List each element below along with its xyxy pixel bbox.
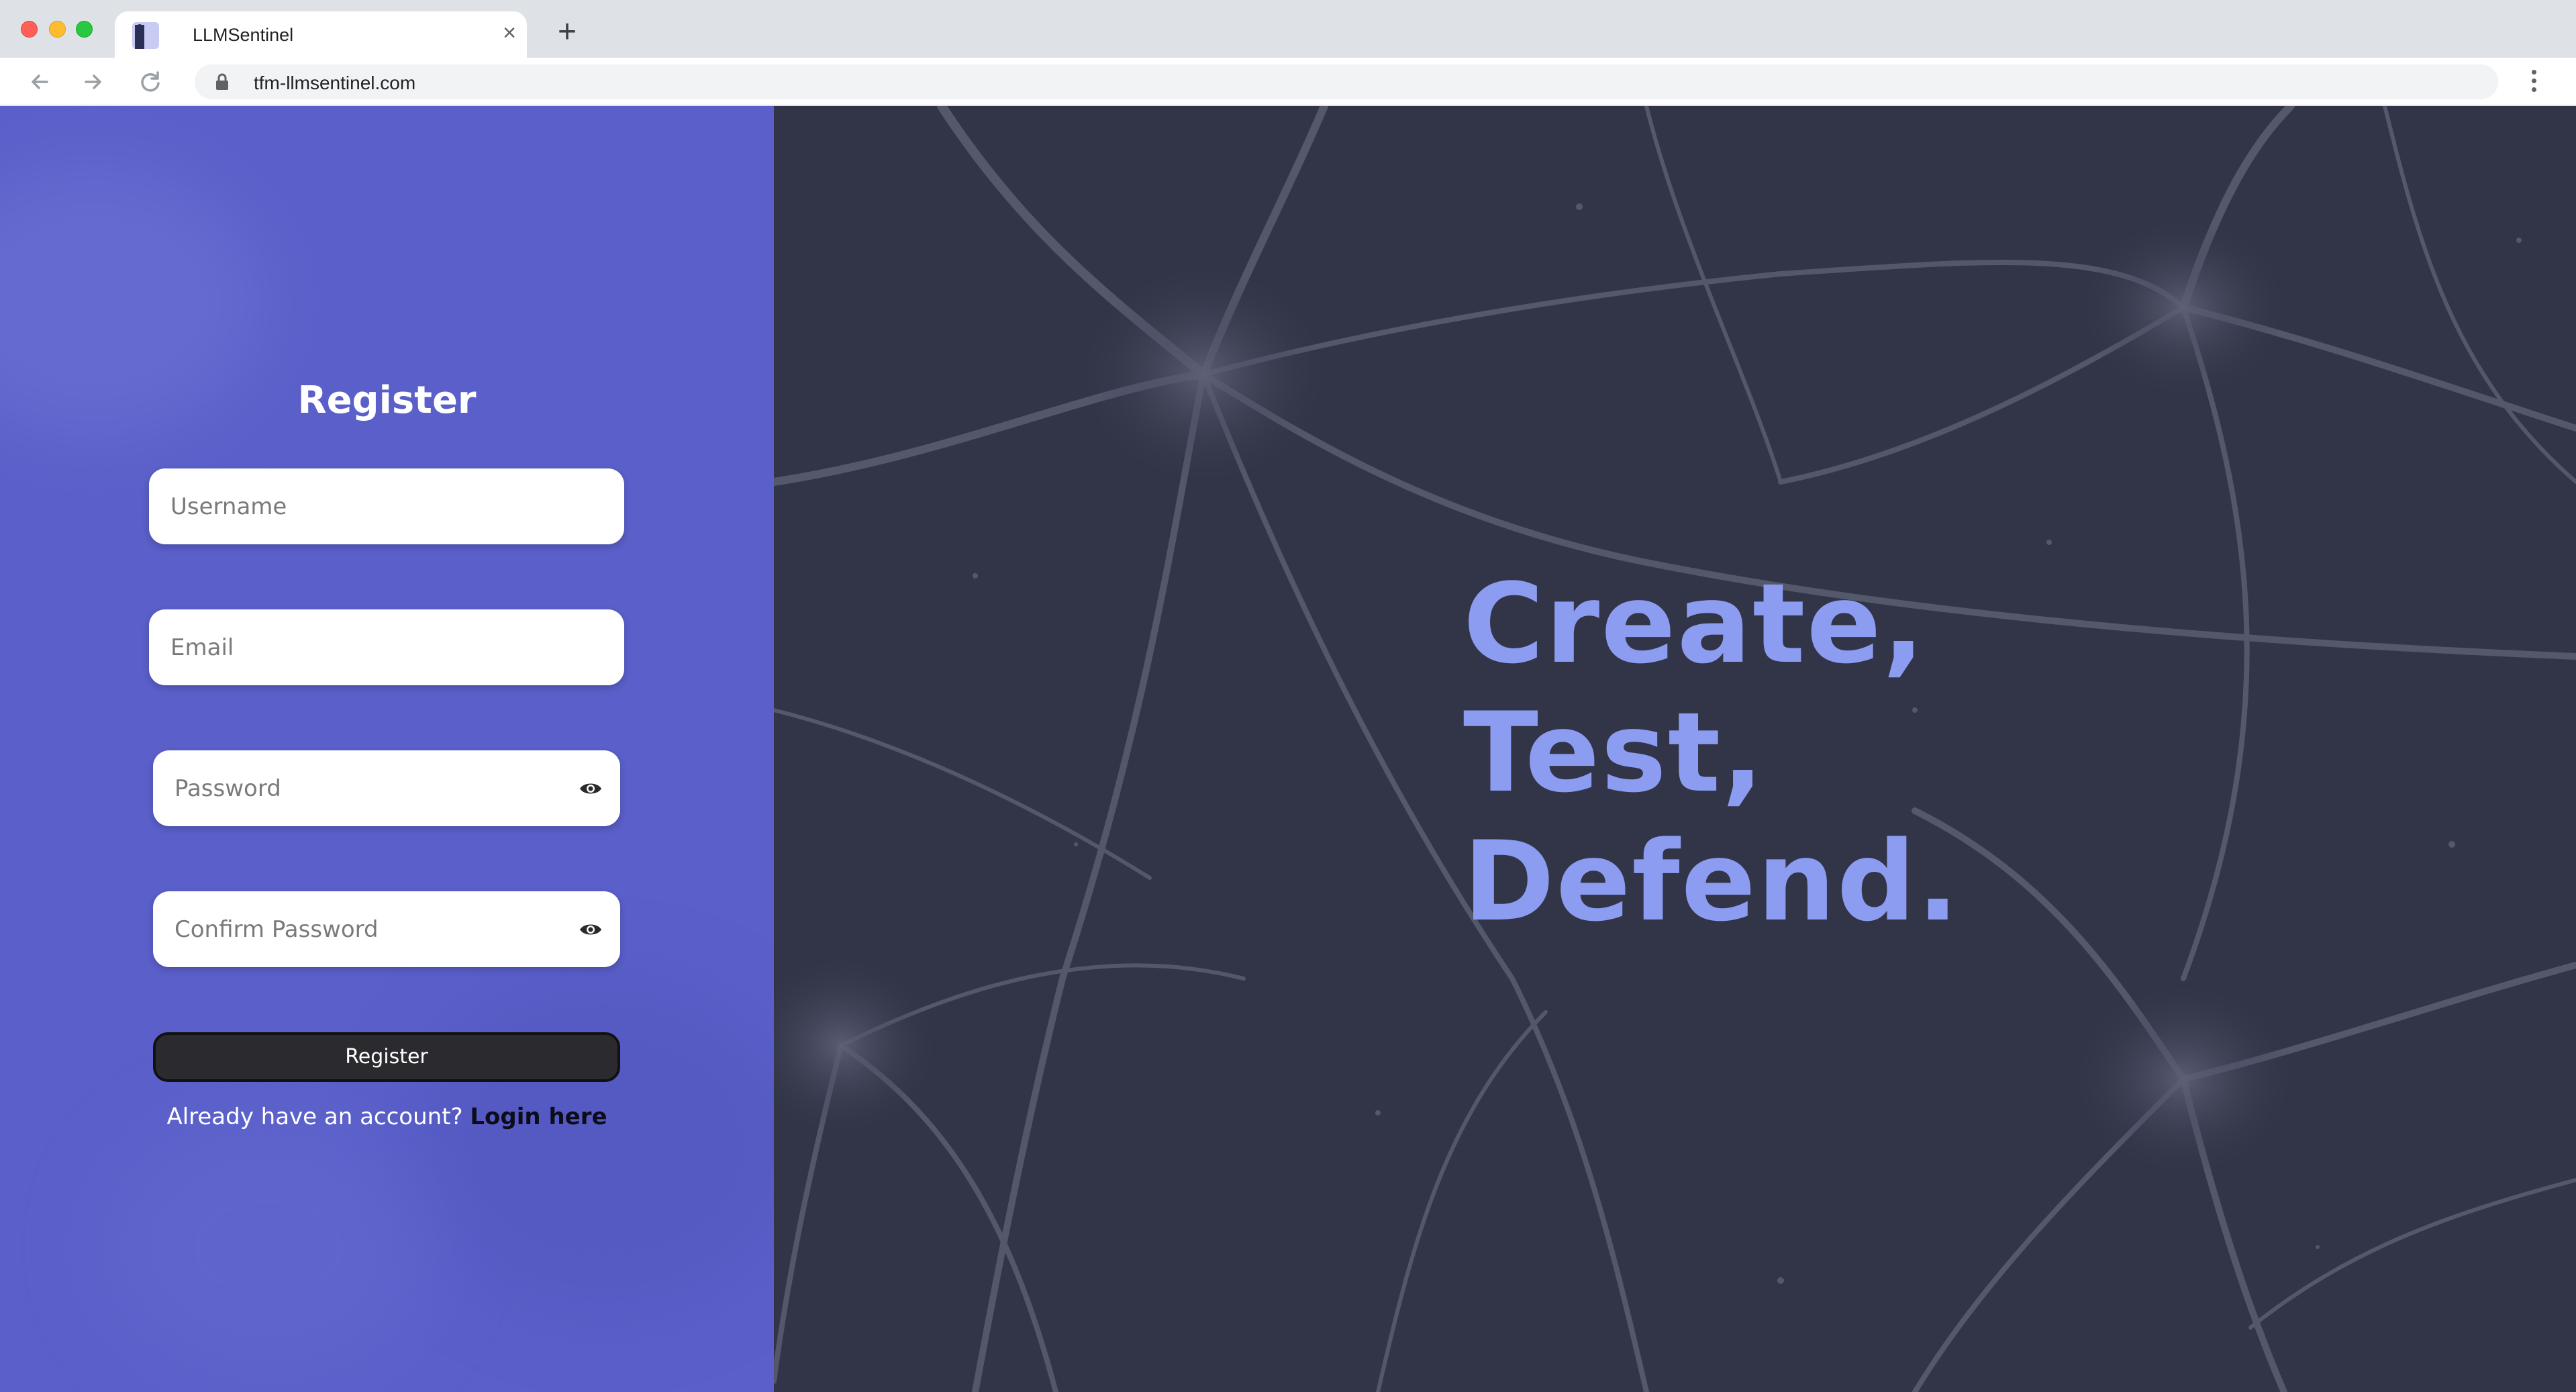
- hero-slogan: Create, Test, Defend.: [1463, 560, 1960, 946]
- reload-icon[interactable]: [134, 66, 166, 98]
- email-field: [149, 609, 624, 685]
- register-button[interactable]: Register: [153, 1032, 620, 1082]
- confirm-password-input[interactable]: [153, 891, 620, 967]
- url-text: tfm-llmsentinel.com: [254, 72, 416, 93]
- page-title: Register: [297, 379, 477, 422]
- tab-title: LLMSentinel: [193, 25, 294, 45]
- username-input[interactable]: [149, 468, 624, 544]
- username-field: [149, 468, 624, 544]
- browser-toolbar: tfm-llmsentinel.com: [0, 58, 2576, 106]
- slogan-line-defend: Defend.: [1463, 817, 1961, 946]
- login-link[interactable]: Login here: [470, 1103, 607, 1130]
- slogan-line-test: Test,: [1463, 689, 1765, 817]
- hero-panel: Create, Test, Defend.: [774, 106, 2576, 1392]
- sentinel-favicon-icon: [132, 22, 159, 49]
- arrow-left-icon[interactable]: [24, 66, 56, 98]
- window-minimize-button[interactable]: [49, 21, 66, 38]
- password-field: [153, 750, 620, 826]
- arrow-right-icon[interactable]: [77, 66, 109, 98]
- login-prompt: Already have an account? Login here: [0, 1103, 774, 1130]
- password-input[interactable]: [153, 750, 620, 826]
- window-maximize-button[interactable]: [76, 21, 93, 38]
- login-prompt-text: Already have an account?: [166, 1103, 463, 1130]
- tab-strip: LLMSentinel × +: [0, 0, 2576, 58]
- eye-icon[interactable]: [579, 919, 603, 940]
- email-input[interactable]: [149, 609, 624, 685]
- eye-icon[interactable]: [579, 779, 603, 799]
- window-close-button[interactable]: [21, 21, 38, 38]
- close-icon[interactable]: ×: [497, 21, 522, 45]
- plus-icon[interactable]: +: [552, 16, 582, 48]
- address-bar[interactable]: tfm-llmsentinel.com: [195, 64, 2498, 99]
- register-panel: Register Username Email Register Already…: [0, 106, 774, 1392]
- slogan-line-create: Create,: [1463, 560, 1926, 688]
- browser-window: LLMSentinel × + tfm-llmsentinel.com Regi…: [0, 0, 2576, 1392]
- page-content: Register Username Email Register Already…: [0, 106, 2576, 1392]
- confirm-password-field: [153, 891, 620, 967]
- lock-icon: [216, 73, 228, 90]
- kebab-menu-icon[interactable]: [2524, 66, 2544, 98]
- browser-tab[interactable]: LLMSentinel ×: [115, 11, 527, 58]
